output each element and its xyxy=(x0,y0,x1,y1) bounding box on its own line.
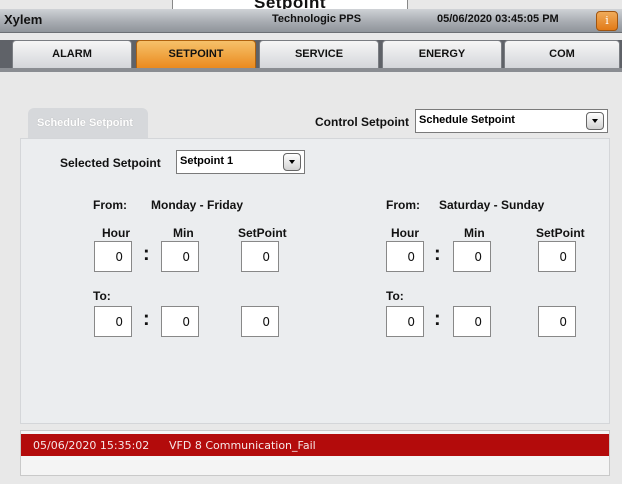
selected-setpoint-select[interactable]: Setpoint 1 xyxy=(176,150,305,174)
weekend-range: Saturday - Sunday xyxy=(439,198,545,212)
weekend-to-setpoint-input[interactable]: 0 xyxy=(538,306,576,337)
weekend-min-label: Min xyxy=(464,226,485,240)
alarm-row[interactable]: 05/06/2020 15:35:02 VFD 8 Communication_… xyxy=(21,434,609,456)
app-title: Xylem xyxy=(4,12,43,27)
weekend-to-hour-input[interactable]: 0 xyxy=(386,306,424,337)
weekday-from-min-input[interactable]: 0 xyxy=(161,241,199,272)
weekday-from-setpoint-input[interactable]: 0 xyxy=(241,241,279,272)
info-icon: i xyxy=(605,14,609,27)
chevron-down-icon[interactable] xyxy=(586,112,604,130)
tab-com[interactable]: COM xyxy=(504,40,620,68)
tab-alarm[interactable]: ALARM xyxy=(12,40,132,68)
time-separator: : xyxy=(434,308,441,330)
weekend-hour-label: Hour xyxy=(391,226,419,240)
title-bar: Xylem Technologic PPS 05/06/2020 03:45:0… xyxy=(0,9,622,33)
weekday-to-min-input[interactable]: 0 xyxy=(161,306,199,337)
weekend-to-label: To: xyxy=(386,289,404,303)
chevron-down-icon[interactable] xyxy=(283,153,301,171)
schedule-panel xyxy=(20,138,610,424)
control-setpoint-label: Control Setpoint xyxy=(315,115,409,129)
weekday-from-hour-input[interactable]: 0 xyxy=(94,241,132,272)
weekday-range: Monday - Friday xyxy=(151,198,244,212)
alarm-timestamp: 05/06/2020 15:35:02 xyxy=(33,439,150,452)
weekday-setpoint-label: SetPoint xyxy=(238,226,287,240)
weekend-from-min-input[interactable]: 0 xyxy=(453,241,491,272)
control-setpoint-select[interactable]: Schedule Setpoint xyxy=(415,109,608,133)
alarm-list[interactable]: 05/06/2020 15:35:02 VFD 8 Communication_… xyxy=(20,430,610,476)
alarm-message: VFD 8 Communication_Fail xyxy=(169,439,316,452)
app-subtitle: Technologic PPS xyxy=(272,13,362,25)
weekend-from-setpoint-input[interactable]: 0 xyxy=(538,241,576,272)
weekend-from-hour-input[interactable]: 0 xyxy=(386,241,424,272)
time-separator: : xyxy=(143,243,150,265)
weekday-to-setpoint-input[interactable]: 0 xyxy=(241,306,279,337)
selected-setpoint-label: Selected Setpoint xyxy=(60,156,161,170)
weekday-to-hour-input[interactable]: 0 xyxy=(94,306,132,337)
tab-setpoint[interactable]: SETPOINT xyxy=(136,40,256,68)
control-setpoint-value: Schedule Setpoint xyxy=(419,114,515,126)
weekday-hour-label: Hour xyxy=(102,226,130,240)
weekday-from-label: From: xyxy=(93,198,127,212)
time-separator: : xyxy=(143,308,150,330)
clock-datetime: 05/06/2020 03:45:05 PM xyxy=(437,13,559,25)
weekend-setpoint-label: SetPoint xyxy=(536,226,585,240)
info-button[interactable]: i xyxy=(596,11,618,31)
weekend-from-label: From: xyxy=(386,198,420,212)
weekend-to-min-input[interactable]: 0 xyxy=(453,306,491,337)
weekday-to-label: To: xyxy=(93,289,111,303)
panel-tab-schedule-setpoint[interactable]: Schedule Setpoint xyxy=(28,108,148,138)
tab-energy[interactable]: ENERGY xyxy=(382,40,502,68)
tab-service[interactable]: SERVICE xyxy=(259,40,379,68)
weekday-min-label: Min xyxy=(173,226,194,240)
selected-setpoint-value: Setpoint 1 xyxy=(180,155,234,167)
time-separator: : xyxy=(434,243,441,265)
main-tab-bar: ALARM SETPOINT SERVICE ENERGY COM xyxy=(0,40,622,68)
tab-bar-divider xyxy=(0,68,622,72)
